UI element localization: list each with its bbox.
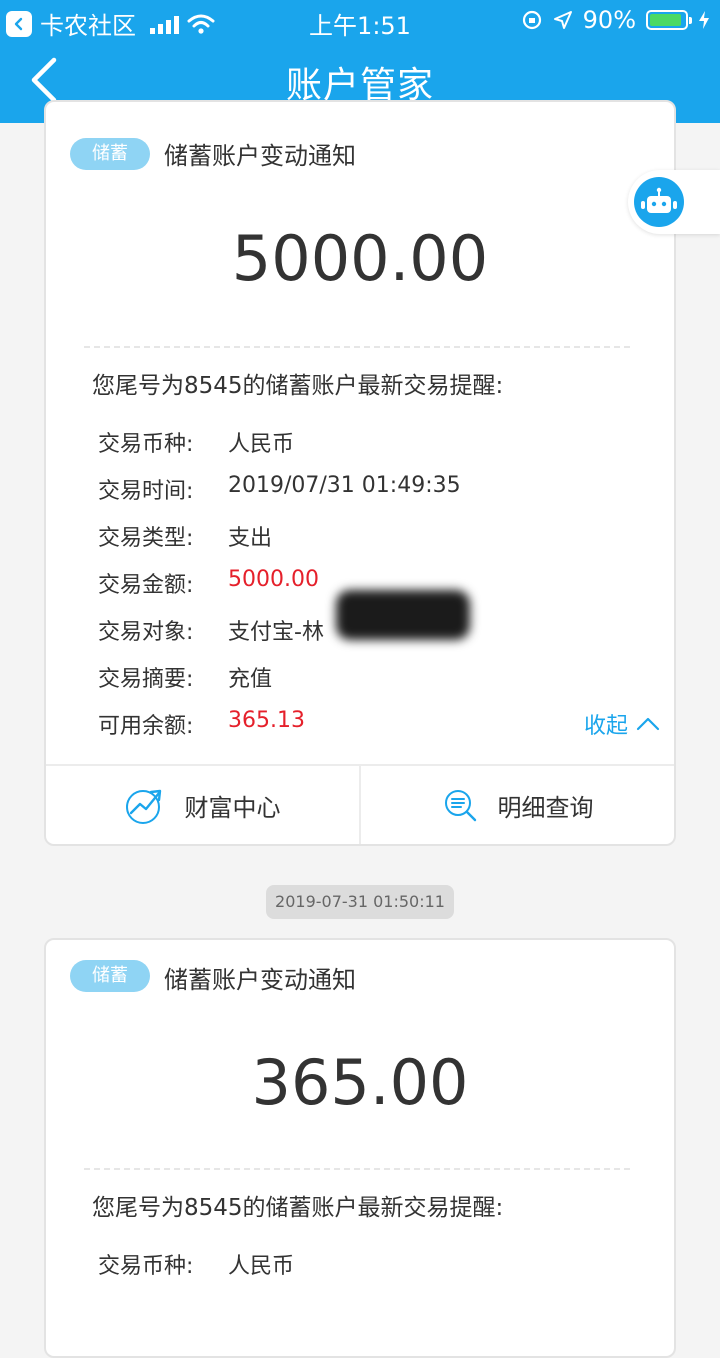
- detail-search-icon: [444, 790, 476, 822]
- transaction-amount: 5000.00: [231, 222, 489, 295]
- notification-card: 储蓄 储蓄账户变动通知 365.00 您尾号为8545的储蓄账户最新交易提醒: …: [44, 938, 676, 1358]
- detail-row-currency: 交易币种: 人民币: [98, 1248, 638, 1295]
- detail-row-balance: 可用余额: 365.13: [98, 708, 638, 755]
- detail-row-time: 交易时间: 2019/07/31 01:49:35: [98, 473, 638, 520]
- detail-label: 交易对象:: [98, 620, 194, 645]
- card-title: 储蓄账户变动通知: [164, 142, 356, 170]
- battery-icon: [646, 10, 692, 30]
- chevron-up-icon: [636, 717, 660, 731]
- charging-icon: [699, 11, 709, 29]
- detail-label: 交易时间:: [98, 479, 194, 504]
- collapse-button[interactable]: 收起: [584, 708, 660, 740]
- detail-label: 交易摘要:: [98, 667, 194, 692]
- detail-label: 可用余额:: [98, 714, 194, 739]
- detail-row-summary: 交易摘要: 充值: [98, 661, 638, 708]
- detail-value: 支付宝-林: [228, 620, 324, 645]
- detail-label: 交易币种:: [98, 432, 194, 457]
- wealth-center-button[interactable]: 财富中心: [46, 766, 359, 844]
- orientation-lock-icon: [522, 10, 541, 30]
- detail-query-button[interactable]: 明细查询: [359, 766, 674, 844]
- battery-percent: 90%: [582, 6, 636, 34]
- status-bar: 卡农社区 上午1:51 90%: [0, 0, 720, 40]
- detail-row-currency: 交易币种: 人民币: [98, 426, 638, 473]
- detail-value: 2019/07/31 01:49:35: [228, 473, 461, 498]
- assistant-button[interactable]: [628, 170, 720, 234]
- detail-label: 交易类型:: [98, 526, 194, 551]
- wealth-chart-icon: [125, 789, 161, 824]
- transaction-amount: 365.00: [251, 1046, 469, 1119]
- message-timestamp: 2019-07-31 01:50:11: [266, 885, 454, 919]
- detail-value: 人民币: [228, 432, 295, 457]
- divider: [84, 1168, 630, 1170]
- notice-text: 您尾号为8545的储蓄账户最新交易提醒:: [92, 1195, 504, 1221]
- notification-card: 储蓄 储蓄账户变动通知 5000.00 您尾号为8545的储蓄账户最新交易提醒:…: [44, 100, 676, 846]
- details-list: 交易币种: 人民币: [98, 1248, 638, 1295]
- collapse-label: 收起: [583, 714, 628, 739]
- redaction-blur: [336, 590, 470, 640]
- detail-value: 充值: [228, 667, 273, 692]
- account-type-badge: 储蓄: [70, 138, 150, 170]
- detail-value: 人民币: [228, 1254, 295, 1279]
- account-type-badge: 储蓄: [70, 960, 150, 992]
- detail-label: 交易币种:: [98, 1254, 194, 1279]
- detail-label: 交易金额:: [98, 573, 194, 598]
- card-actions: 财富中心 明细查询: [46, 764, 674, 844]
- divider: [84, 346, 630, 348]
- robot-icon: [641, 187, 677, 213]
- detail-value: 5000.00: [228, 567, 319, 592]
- detail-value: 365.13: [228, 708, 305, 733]
- detail-value: 支出: [228, 526, 273, 551]
- card-title: 储蓄账户变动通知: [164, 966, 356, 994]
- location-icon: [553, 11, 572, 29]
- detail-query-label: 明细查询: [497, 793, 594, 822]
- wealth-center-label: 财富中心: [184, 793, 281, 822]
- notice-text: 您尾号为8545的储蓄账户最新交易提醒:: [92, 373, 504, 399]
- detail-row-type: 交易类型: 支出: [98, 520, 638, 567]
